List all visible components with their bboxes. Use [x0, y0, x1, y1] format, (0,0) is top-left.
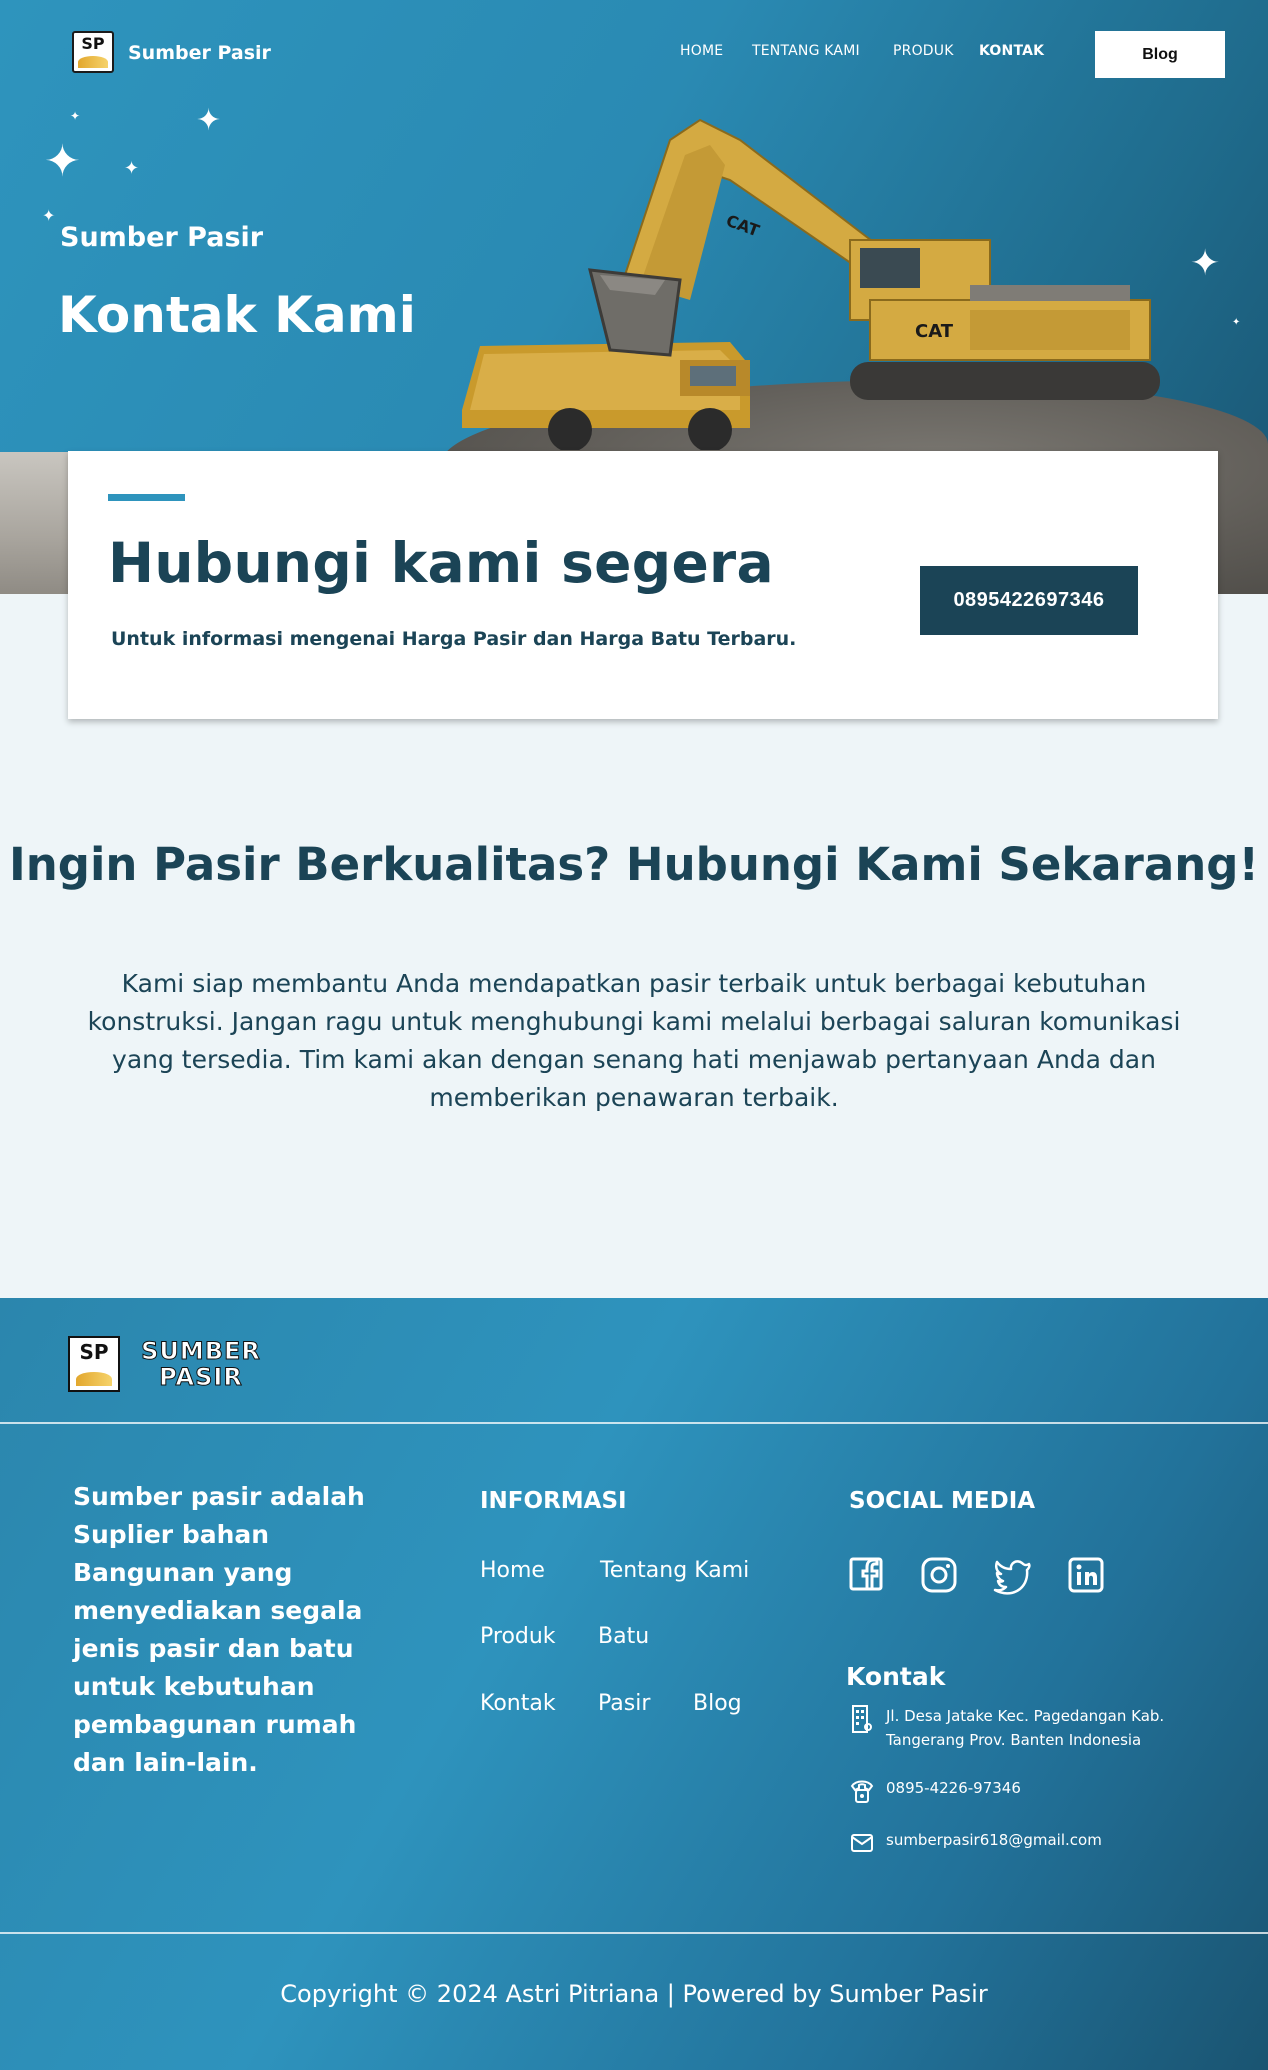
- excavator-illustration: CAT CAT: [462, 118, 1160, 450]
- footer-link-produk[interactable]: Produk: [480, 1624, 556, 1649]
- twitter-icon[interactable]: [993, 1556, 1033, 1596]
- nav-produk[interactable]: PRODUK: [893, 43, 954, 59]
- sparkle-icon: ✦: [1190, 243, 1221, 284]
- mail-icon: [851, 1834, 873, 1852]
- phone-button[interactable]: 0895422697346: [920, 566, 1138, 635]
- contact-heading: Kontak: [846, 1662, 946, 1691]
- nav-kontak[interactable]: KONTAK: [979, 43, 1044, 59]
- footer: SP SUMBER PASIR Sumber pasir adalah Supl…: [0, 1298, 1268, 2070]
- footer-logo-box-text: SP: [79, 1340, 109, 1364]
- logo-swoosh-icon: [76, 1372, 112, 1386]
- footer-logo-text: SUMBER PASIR: [124, 1337, 278, 1391]
- footer-logo[interactable]: SP SUMBER PASIR: [68, 1336, 278, 1394]
- footer-link-tentang-kami[interactable]: Tentang Kami: [600, 1558, 749, 1583]
- footer-link-blog[interactable]: Blog: [693, 1691, 742, 1716]
- footer-about: Sumber pasir adalah Suplier bahan Bangun…: [73, 1482, 365, 1777]
- phone-icon: [850, 1780, 874, 1803]
- brand-name[interactable]: Sumber Pasir: [128, 42, 271, 64]
- hero-subtitle: Sumber Pasir: [60, 222, 264, 253]
- info-heading: INFORMASI: [480, 1488, 627, 1514]
- footer-logo-box: SP: [68, 1336, 120, 1392]
- nav-tentang-kami[interactable]: TENTANG KAMI: [752, 43, 860, 59]
- contact-cta-card: Hubungi kami segera Untuk informasi meng…: [68, 451, 1218, 719]
- nav-home[interactable]: HOME: [680, 43, 723, 59]
- logo-swoosh-icon: [78, 56, 108, 68]
- top-navigation: SP Sumber Pasir HOME TENTANG KAMI PRODUK…: [0, 0, 1268, 110]
- social-heading: SOCIAL MEDIA: [849, 1488, 1036, 1514]
- footer-link-kontak[interactable]: Kontak: [480, 1691, 556, 1716]
- section-title: Ingin Pasir Berkualitas? Hubungi Kami Se…: [8, 838, 1259, 891]
- logo-text: SP: [81, 34, 105, 53]
- page-title: Kontak Kami: [58, 286, 416, 344]
- instagram-icon[interactable]: [920, 1556, 960, 1596]
- svg-text:CAT: CAT: [915, 321, 954, 342]
- sparkle-icon: ✦: [1232, 317, 1241, 328]
- cta-heading: Hubungi kami segera: [108, 531, 774, 595]
- site-logo[interactable]: SP: [72, 31, 114, 73]
- sparkle-icon: ✦: [70, 109, 81, 123]
- svg-text:CAT: CAT: [724, 211, 762, 240]
- accent-bar: [108, 494, 185, 501]
- facebook-icon[interactable]: [848, 1556, 888, 1596]
- footer-divider: [0, 1422, 1268, 1424]
- sparkle-icon: ✦: [44, 136, 81, 187]
- sparkle-icon: ✦: [124, 158, 140, 179]
- cta-description: Untuk informasi mengenai Harga Pasir dan…: [111, 628, 797, 650]
- section-body: Kami siap membantu Anda mendapatkan pasi…: [87, 969, 1181, 1112]
- footer-bottom-divider: [0, 1932, 1268, 1934]
- linkedin-icon[interactable]: [1067, 1556, 1107, 1596]
- contact-phone-text: 0895-4226-97346: [886, 1779, 1021, 1797]
- dump-truck: [462, 342, 750, 450]
- footer-link-batu[interactable]: Batu: [598, 1624, 649, 1649]
- contact-email-text: sumberpasir618@gmail.com: [886, 1831, 1102, 1849]
- sparkle-icon: ✦: [42, 206, 56, 225]
- copyright: Copyright © 2024 Astri Pitriana | Powere…: [280, 1980, 988, 2008]
- building-icon: [852, 1705, 872, 1733]
- footer-logo-line2: PASIR: [159, 1363, 243, 1391]
- footer-logo-line1: SUMBER: [141, 1337, 261, 1365]
- footer-link-home[interactable]: Home: [480, 1558, 545, 1583]
- blog-button[interactable]: Blog: [1095, 31, 1225, 78]
- contact-address-text: Jl. Desa Jatake Kec. Pagedangan Kab. Tan…: [886, 1707, 1165, 1749]
- footer-link-pasir[interactable]: Pasir: [598, 1691, 650, 1716]
- sparkle-icon: ✦: [196, 103, 222, 138]
